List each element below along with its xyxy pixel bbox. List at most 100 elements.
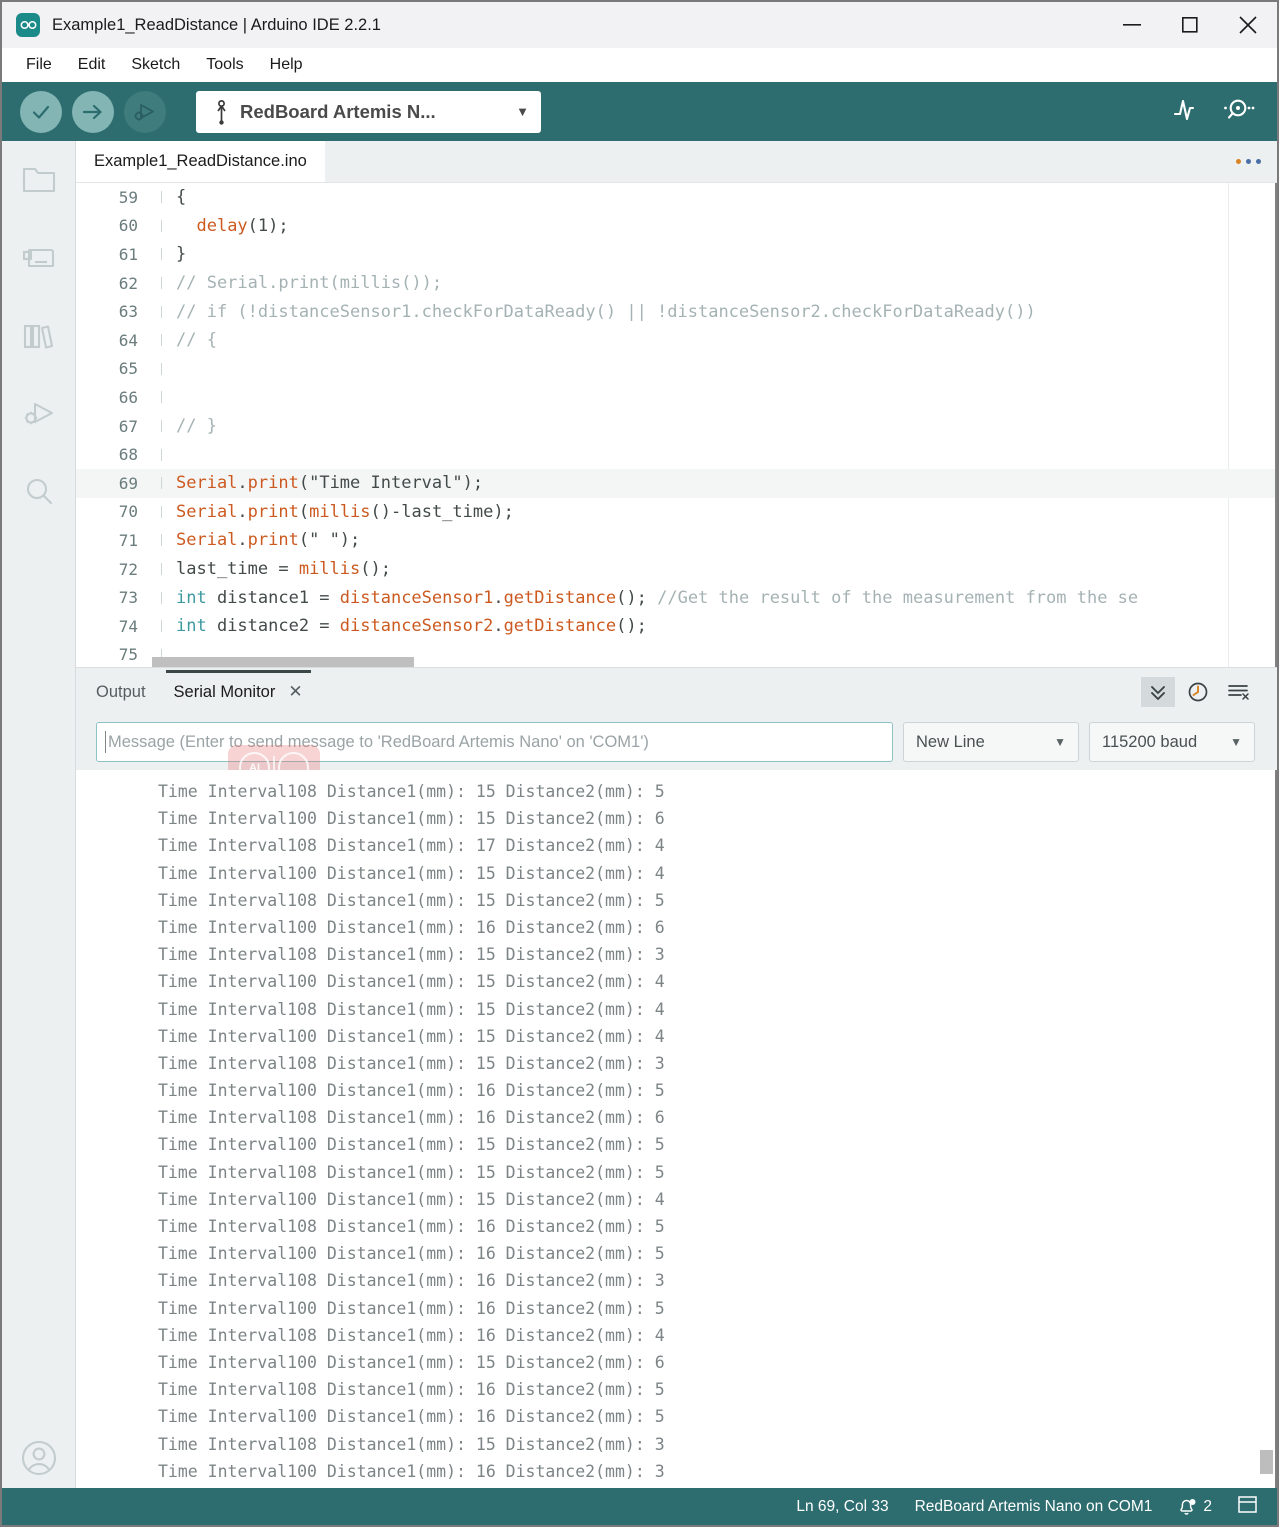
code-line: 65 (76, 355, 1277, 384)
code-text: int distance1 = distanceSensor1.getDista… (176, 588, 1277, 608)
window-title: Example1_ReadDistance | Arduino IDE 2.2.… (52, 16, 381, 35)
serial-monitor-button[interactable] (1221, 94, 1255, 129)
timestamp-toggle[interactable] (1181, 677, 1215, 707)
code-line: 71 Serial.print(" "); (76, 526, 1277, 555)
serial-plotter-icon (1171, 94, 1201, 124)
serial-output-line: Time Interval108 Distance1(mm): 15 Dista… (76, 996, 1277, 1023)
code-line: 72last_time = millis(); (76, 555, 1277, 584)
sidebar-item-library-manager[interactable] (2, 297, 76, 375)
arduino-logo-icon (16, 13, 40, 37)
close-icon[interactable]: ✕ (288, 682, 302, 702)
account-button[interactable] (2, 1438, 76, 1478)
line-number: 62 (76, 274, 152, 293)
code-line: 60 delay(1); (76, 212, 1277, 241)
line-number: 75 (76, 645, 152, 664)
serial-output-area[interactable]: Time Interval108 Distance1(mm): 15 Dista… (76, 770, 1277, 1488)
serial-output-line: Time Interval108 Distance1(mm): 17 Dista… (76, 832, 1277, 859)
serial-output-lines: Time Interval108 Distance1(mm): 15 Dista… (76, 778, 1277, 1485)
serial-output-scrollbar[interactable] (1260, 1450, 1273, 1474)
tab-output[interactable]: Output (96, 670, 146, 714)
tab-output-label: Output (96, 683, 146, 702)
books-icon (21, 320, 57, 352)
panel-toggle-button[interactable] (1238, 1496, 1257, 1518)
maximize-button[interactable] (1161, 2, 1219, 48)
baud-rate-select[interactable]: 115200 baud ▼ (1089, 722, 1255, 762)
code-line: 61} (76, 240, 1277, 269)
serial-output-line: Time Interval100 Distance1(mm): 15 Dista… (76, 1186, 1277, 1213)
menu-sketch[interactable]: Sketch (121, 53, 190, 77)
autoscroll-toggle[interactable] (1141, 677, 1175, 707)
sidebar-item-debug[interactable] (2, 375, 76, 453)
line-number: 71 (76, 531, 152, 550)
verify-button[interactable] (20, 91, 62, 133)
notification-count: 2 (1203, 1498, 1212, 1516)
menu-help[interactable]: Help (260, 53, 313, 77)
board-status[interactable]: RedBoard Artemis Nano on COM1 (915, 1498, 1153, 1516)
board-selector[interactable]: RedBoard Artemis N... ▼ (196, 91, 541, 133)
debug-button[interactable] (124, 91, 166, 133)
account-icon (19, 1438, 59, 1478)
clear-output-button[interactable] (1221, 677, 1255, 707)
menu-tools[interactable]: Tools (196, 53, 253, 77)
code-line: 73int distance1 = distanceSensor1.getDis… (76, 583, 1277, 612)
code-text: delay(1); (176, 216, 1277, 236)
serial-output-line: Time Interval108 Distance1(mm): 15 Dista… (76, 1050, 1277, 1077)
notifications-button[interactable]: 2 (1178, 1497, 1212, 1517)
usb-icon (208, 99, 234, 125)
serial-monitor-icon (1221, 94, 1255, 124)
line-number: 63 (76, 302, 152, 321)
editor-tab-sketch[interactable]: Example1_ReadDistance.ino (76, 141, 325, 182)
code-text: Serial.print(millis()-last_time); (176, 502, 1277, 522)
line-number: 60 (76, 216, 152, 235)
serial-output-line: Time Interval100 Distance1(mm): 15 Dista… (76, 805, 1277, 832)
panel-toggle-icon (1238, 1496, 1257, 1513)
sidebar-item-search[interactable] (2, 453, 76, 531)
more-dot-3 (1256, 159, 1261, 164)
code-text: { (176, 187, 1277, 207)
serial-message-input[interactable]: Message (Enter to send message to 'RedBo… (96, 722, 893, 762)
code-text: // } (176, 416, 1277, 436)
serial-output-line: Time Interval108 Distance1(mm): 16 Dista… (76, 1267, 1277, 1294)
editor-tab-strip: Example1_ReadDistance.ino (76, 141, 1277, 183)
line-number: 74 (76, 617, 152, 636)
serial-output-line: Time Interval108 Distance1(mm): 16 Dista… (76, 1213, 1277, 1240)
code-text: last_time = millis(); (176, 559, 1277, 579)
sidebar-item-boards-manager[interactable] (2, 219, 76, 297)
editor-more-menu[interactable] (1236, 141, 1277, 182)
minimize-button[interactable] (1103, 2, 1161, 48)
code-line: 63// if (!distanceSensor1.checkForDataRe… (76, 297, 1277, 326)
sidebar-item-sketchbook[interactable] (2, 141, 76, 219)
code-text: Serial.print("Time Interval"); (176, 473, 1277, 493)
menu-file[interactable]: File (16, 53, 62, 77)
line-ending-select[interactable]: New Line ▼ (903, 722, 1079, 762)
tab-serial-monitor[interactable]: Serial Monitor ✕ (174, 670, 303, 714)
clock-icon (1187, 681, 1209, 703)
code-editor[interactable]: 59{60 delay(1);61}62// Serial.print(mill… (76, 183, 1277, 667)
search-icon (21, 476, 57, 508)
line-number: 70 (76, 502, 152, 521)
close-button[interactable] (1219, 2, 1277, 48)
serial-scrollbar-track (1275, 770, 1277, 1488)
code-text: Serial.print(" "); (176, 530, 1277, 550)
menu-edit[interactable]: Edit (68, 53, 116, 77)
serial-message-placeholder: Message (Enter to send message to 'RedBo… (108, 733, 649, 752)
panel-tab-strip: Output Serial Monitor ✕ (76, 670, 1277, 714)
editor-right-edge (1275, 183, 1277, 667)
editor-horizontal-scrollbar[interactable] (152, 657, 414, 667)
code-line: 62// Serial.print(millis()); (76, 269, 1277, 298)
code-text: int distance2 = distanceSensor2.getDista… (176, 616, 1277, 636)
upload-button[interactable] (72, 91, 114, 133)
line-number: 68 (76, 445, 152, 464)
serial-plotter-button[interactable] (1171, 94, 1201, 129)
debug-icon (21, 398, 57, 430)
serial-output-line: Time Interval108 Distance1(mm): 16 Dista… (76, 1376, 1277, 1403)
line-number: 59 (76, 188, 152, 207)
serial-output-line: Time Interval108 Distance1(mm): 15 Dista… (76, 1431, 1277, 1458)
cursor-position: Ln 69, Col 33 (796, 1498, 888, 1516)
debug-play-icon (132, 100, 158, 124)
line-number: 61 (76, 245, 152, 264)
chevron-down-icon: ▼ (516, 104, 529, 119)
arrow-right-icon (80, 100, 106, 124)
more-dot-2 (1246, 159, 1251, 164)
code-line: 59 { (76, 183, 1277, 212)
